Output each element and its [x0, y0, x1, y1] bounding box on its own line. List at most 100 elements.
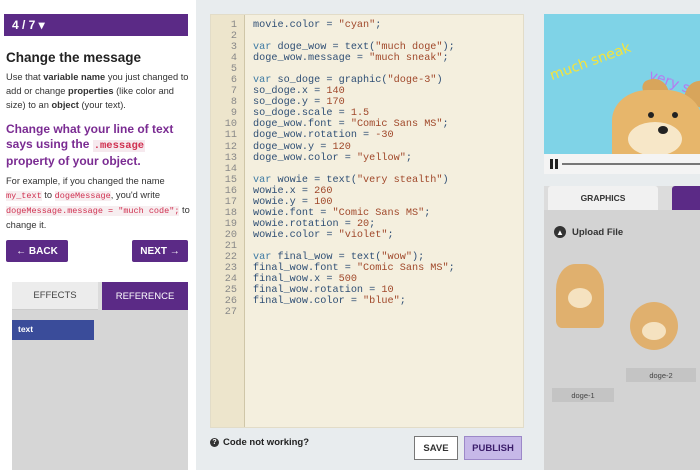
line-number: 24: [224, 274, 237, 286]
code-text: movie.color = "cyan";: [253, 20, 382, 31]
line-number: 22: [224, 251, 237, 263]
code-line: 19 wowie.rotation = 20;: [211, 219, 525, 230]
code-line: 24 final_wow.x = 500: [211, 274, 525, 285]
code-text: so_doge.x = 140: [253, 86, 345, 98]
reference-panel: EFFECTS REFERENCE text: [12, 282, 188, 470]
graphics-list: ▲ Upload File doge-1 doge-2: [544, 210, 700, 470]
graphic-thumb-doge-1[interactable]: [552, 264, 608, 340]
doge-muzzle: [628, 122, 682, 156]
code-text: wowie.rotation = 20;: [253, 218, 376, 230]
code-text: final_wow.x = 500: [253, 274, 357, 286]
playback-slider[interactable]: [562, 163, 700, 165]
line-number: 21: [224, 240, 237, 252]
code-line: 26 final_wow.color = "blue";: [211, 296, 525, 307]
line-number: 4: [230, 53, 237, 65]
graphics-panel: GRAPHICS ▲ Upload File doge-1 doge-2: [544, 186, 700, 470]
code-line: 3 var doge_wow = text("much doge");: [211, 42, 525, 53]
line-number: 19: [224, 218, 237, 230]
code-line: 27: [211, 307, 525, 318]
preview-stage: much sneak very s: [544, 14, 700, 174]
line-number: 10: [224, 119, 237, 131]
code-text: wowie.font = "Comic Sans MS";: [253, 207, 431, 219]
line-number: 2: [230, 31, 237, 43]
lesson-panel: 4 / 7 ▾ Change the message Use that vari…: [0, 0, 196, 470]
code-line: 7 so_doge.x = 140: [211, 86, 525, 97]
tab-graphics[interactable]: GRAPHICS: [548, 186, 658, 210]
code-editor[interactable]: 1 movie.color = "cyan"; 2 3 var doge_wow = t…: [210, 14, 524, 428]
line-number: 11: [224, 130, 237, 142]
code-text: wowie.color = "violet";: [253, 229, 394, 241]
line-number: 14: [224, 163, 237, 175]
code-text: so_doge.scale = 1.5: [253, 108, 370, 120]
lesson-title: Change the message: [6, 50, 142, 65]
code-line: 10 doge_wow.font = "Comic Sans MS";: [211, 119, 525, 130]
code-text: wowie.x = 260: [253, 185, 333, 197]
code-text: doge_wow.y = 120: [253, 141, 351, 153]
preview-text-much: much sneak: [547, 39, 634, 85]
line-number: 1: [230, 20, 237, 31]
upload-icon: ▲: [554, 226, 566, 238]
app-root: 4 / 7 ▾ Change the message Use that vari…: [0, 0, 700, 470]
code-line: 8 so_doge.y = 170: [211, 97, 525, 108]
line-number: 9: [230, 108, 237, 120]
graphic-label: doge-2: [626, 368, 696, 382]
code-line: 4 doge_wow.message = "much sneak";: [211, 53, 525, 64]
code-line: 22 var final_wow = text("wow");: [211, 252, 525, 263]
code-line: 21: [211, 241, 525, 252]
code-text: var final_wow = text("wow");: [253, 251, 425, 263]
graphic-thumb-doge-2[interactable]: [630, 302, 678, 350]
tab-reference[interactable]: REFERENCE: [102, 282, 188, 310]
code-text: var doge_wow = text("much doge");: [253, 42, 455, 54]
doge-eye: [672, 112, 678, 118]
tab-effects[interactable]: EFFECTS: [12, 282, 98, 310]
tab-other[interactable]: [672, 186, 700, 210]
upload-file-button[interactable]: ▲ Upload File: [554, 226, 623, 238]
reference-list: text: [12, 310, 188, 470]
lesson-intro: Use that variable name you just changed …: [6, 72, 189, 110]
step-dropdown[interactable]: 4 / 7 ▾: [4, 14, 188, 36]
code-line: 17 wowie.y = 100: [211, 197, 525, 208]
back-button[interactable]: ← BACK: [6, 240, 68, 262]
code-line: 6 var so_doge = graphic("doge-3"): [211, 75, 525, 86]
code-line: 25 final_wow.rotation = 10: [211, 285, 525, 296]
line-number: 12: [224, 141, 237, 153]
code-help-link[interactable]: ? Code not working?: [210, 437, 309, 448]
code-line: 1 movie.color = "cyan";: [211, 20, 525, 31]
publish-button[interactable]: PUBLISH: [464, 436, 522, 460]
line-number: 6: [230, 75, 237, 87]
reference-item-text[interactable]: text: [12, 320, 94, 340]
pause-icon[interactable]: [550, 159, 558, 169]
line-number: 17: [224, 196, 237, 208]
doge-thumbnail: [556, 264, 604, 328]
code-text: doge_wow.color = "yellow";: [253, 152, 412, 164]
code-text: wowie.y = 100: [253, 196, 333, 208]
code-text: var so_doge = graphic("doge-3"): [253, 75, 443, 87]
line-number: 20: [224, 229, 237, 241]
doge-eye: [648, 112, 654, 118]
line-number: 7: [230, 86, 237, 98]
code-line: 15 var wowie = text("very stealth"): [211, 175, 525, 186]
code-line: 20 wowie.color = "violet";: [211, 230, 525, 241]
code-text: so_doge.y = 170: [253, 97, 345, 109]
code-line: 16 wowie.x = 260: [211, 186, 525, 197]
code-text: final_wow.font = "Comic Sans MS";: [253, 263, 455, 275]
help-icon: ?: [210, 438, 219, 447]
code-line: 2: [211, 31, 525, 42]
save-button[interactable]: SAVE: [414, 436, 458, 460]
code-line: 5: [211, 64, 525, 75]
line-number: 13: [224, 152, 237, 164]
line-number: 27: [224, 307, 237, 319]
playback-bar: [544, 154, 700, 174]
code-line: 18 wowie.font = "Comic Sans MS";: [211, 208, 525, 219]
code-text: doge_wow.rotation = -30: [253, 130, 394, 142]
code-line: 12 doge_wow.y = 120: [211, 142, 525, 153]
line-number: 3: [230, 42, 237, 54]
code-line: 9 so_doge.scale = 1.5: [211, 108, 525, 119]
line-number: 23: [224, 263, 237, 275]
next-button[interactable]: NEXT →: [132, 240, 188, 262]
code-text: final_wow.color = "blue";: [253, 296, 406, 308]
lesson-example: For example, if you changed the name my_…: [6, 176, 190, 230]
line-number: 18: [224, 207, 237, 219]
code-lines: 1 movie.color = "cyan"; 2 3 var doge_wow = t…: [211, 20, 525, 318]
code-text: doge_wow.message = "much sneak";: [253, 53, 449, 65]
